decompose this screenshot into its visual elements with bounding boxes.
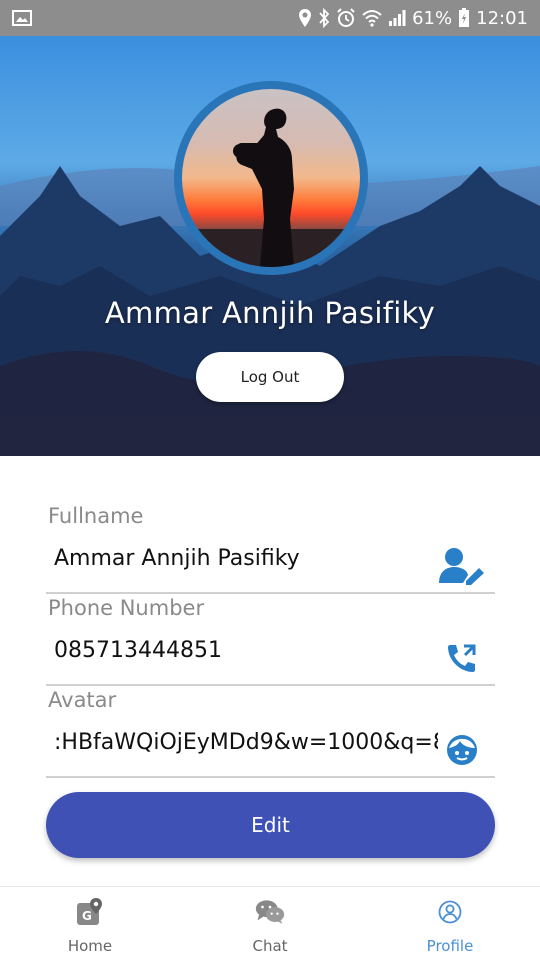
avatar-input[interactable]: :HBfaWQiOjEyMDd9&w=1000&q=80 [54,730,438,755]
fullname-field-group: Fullname Ammar Annjih Pasifiky [46,456,496,594]
phone-field-group: Phone Number 085713444851 [46,548,496,686]
clock: 12:01 [476,7,528,29]
profile-form: Fullname Ammar Annjih Pasifiky Phone Num… [46,456,496,778]
status-bar: 61% 12:01 [0,0,540,36]
logout-button[interactable]: Log Out [196,352,344,402]
bottom-navigation: G Home Chat Profile [0,886,540,960]
face-icon [438,730,486,770]
profile-header: Ammar Annjih Pasifiky Log Out [0,36,540,456]
battery-percent: 61% [412,7,453,29]
nav-label-chat: Chat [252,937,288,955]
profile-icon [435,897,465,927]
nav-item-chat[interactable]: Chat [180,887,360,960]
map-icon: G [75,897,105,927]
avatar-label: Avatar [48,688,117,712]
profile-name: Ammar Annjih Pasifiky [104,296,436,330]
edit-button[interactable]: Edit [46,792,495,858]
nav-label-profile: Profile [426,937,474,955]
fullname-label: Fullname [48,504,144,528]
bluetooth-icon [318,8,330,28]
nav-item-home[interactable]: G Home [0,887,180,960]
signal-icon [388,9,406,27]
avatar-field-group: Avatar :HBfaWQiOjEyMDd9&w=1000&q=80 [46,640,496,778]
location-icon [298,8,312,28]
svg-text:G: G [82,909,92,923]
nav-item-profile[interactable]: Profile [360,887,540,960]
profile-avatar[interactable] [174,81,368,275]
avatar-underline [46,776,495,778]
image-icon [12,9,32,27]
alarm-icon [336,8,356,28]
wifi-icon [362,9,382,27]
phone-label: Phone Number [48,596,205,620]
nav-label-home: Home [67,937,113,955]
battery-icon [458,8,470,28]
chat-icon [255,897,285,927]
avatar-photo [182,89,360,267]
